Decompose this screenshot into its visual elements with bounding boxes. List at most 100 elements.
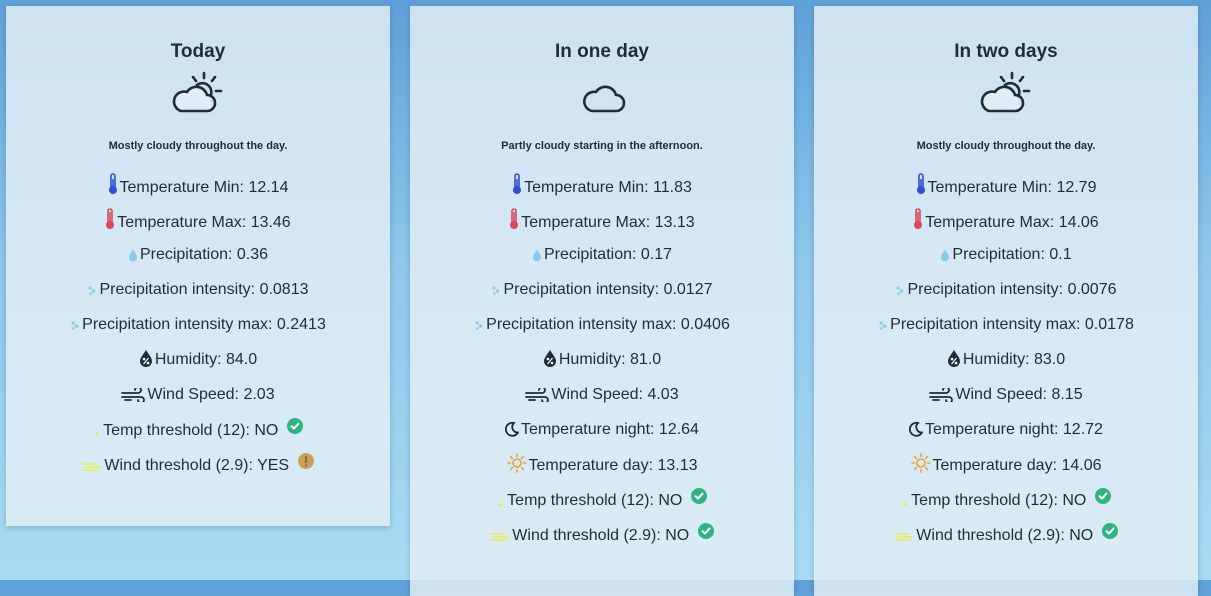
precip-intensity-text: Precipitation intensity: 0.0076 (907, 281, 1117, 298)
wind-speed-text: Wind Speed: 2.03 (147, 386, 275, 403)
cloud-icon (583, 85, 626, 113)
threshold-icon (903, 501, 908, 506)
humidity-text: Humidity: 84.0 (154, 351, 258, 368)
temp-max-text: Temperature Max: 13.46 (117, 214, 291, 231)
partly-cloudy-day-icon (172, 71, 223, 113)
drizzle-icon (879, 321, 887, 330)
temp-max-row: Temperature Max: 14.06 (814, 208, 1198, 243)
wind-icon (525, 388, 550, 402)
card-title: In one day (555, 41, 649, 62)
check-circle-icon (1101, 523, 1118, 539)
precipitation-text: Precipitation: 0.17 (543, 246, 673, 263)
forecast-card-in-one-day: In one day Partly cloudy starting in the… (410, 6, 794, 596)
temp-threshold-row: Temp threshold (12): NO (814, 488, 1198, 523)
temp-day-text: Temperature day: 13.13 (528, 457, 698, 474)
forecast-summary: Mostly cloudy throughout the day. (916, 140, 1096, 152)
check-circle-icon (286, 418, 303, 434)
wind-speed-row: Wind Speed: 8.15 (814, 383, 1198, 418)
thermometer-hot-icon (914, 208, 923, 229)
precip-intensity-text: Precipitation intensity: 0.0813 (99, 281, 309, 298)
precipitation-row: Precipitation: 0.17 (410, 243, 794, 278)
precip-intensity-row: Precipitation intensity: 0.0127 (410, 278, 794, 313)
card-title: Today (170, 41, 226, 62)
precipitation-row: Precipitation: 0.1 (814, 243, 1198, 278)
wind-threshold-row: Wind threshold (2.9): NO (410, 523, 794, 558)
wind-speed-text: Wind Speed: 8.15 (955, 386, 1083, 403)
drizzle-icon (475, 321, 483, 330)
raindrop-icon (941, 249, 950, 262)
temp-night-row: Temperature night: 12.72 (814, 418, 1198, 453)
humidity-icon (139, 350, 152, 367)
thermometer-cold-icon (916, 173, 925, 194)
humidity-row: Humidity: 83.0 (814, 348, 1198, 383)
check-circle-icon (1094, 488, 1111, 504)
temp-max-text: Temperature Max: 14.06 (925, 214, 1099, 231)
thermometer-hot-icon (510, 208, 519, 229)
temp-day-text: Temperature day: 14.06 (932, 457, 1102, 474)
temp-day-row: Temperature day: 13.13 (410, 453, 794, 488)
precip-intensity-row: Precipitation intensity: 0.0076 (814, 278, 1198, 313)
temp-max-row: Temperature Max: 13.13 (410, 208, 794, 243)
moon-icon (505, 421, 520, 437)
wind-icon (121, 388, 146, 402)
precip-intensity-max-text: Precipitation intensity max: 0.0178 (890, 316, 1134, 333)
temp-max-row: Temperature Max: 13.46 (6, 208, 390, 243)
temp-min-row: Temperature Min: 11.83 (410, 173, 794, 208)
forecast-summary: Partly cloudy starting in the afternoon. (501, 140, 703, 152)
precipitation-text: Precipitation: 0.1 (952, 246, 1072, 263)
moon-icon (909, 421, 924, 437)
wind-threshold-text: Wind threshold (2.9): NO (916, 527, 1094, 544)
humidity-text: Humidity: 83.0 (962, 351, 1066, 368)
wind-icon (929, 388, 954, 402)
threshold-icon (95, 431, 100, 436)
drizzle-icon (88, 286, 96, 295)
temp-night-text: Temperature night: 12.72 (925, 421, 1103, 438)
precip-intensity-text: Precipitation intensity: 0.0127 (503, 281, 713, 298)
temp-threshold-row: Temp threshold (12): NO (6, 418, 390, 453)
precip-intensity-max-row: Precipitation intensity max: 0.0178 (814, 313, 1198, 348)
forecast-card-today: Today Mostly cloudy throughout the day. … (6, 6, 390, 526)
temp-max-text: Temperature Max: 13.13 (521, 214, 695, 231)
wind-speed-row: Wind Speed: 2.03 (6, 383, 390, 418)
temp-day-row: Temperature day: 14.06 (814, 453, 1198, 488)
thermometer-hot-icon (106, 208, 115, 229)
temp-min-text: Temperature Min: 11.83 (524, 179, 692, 196)
wind-threshold-text: Wind threshold (2.9): YES (104, 457, 290, 474)
wind-speed-row: Wind Speed: 4.03 (410, 383, 794, 418)
temp-min-row: Temperature Min: 12.14 (6, 173, 390, 208)
temp-min-row: Temperature Min: 12.79 (814, 173, 1198, 208)
raindrop-icon (532, 249, 541, 262)
thermometer-cold-icon (108, 173, 117, 194)
raindrop-icon (128, 249, 137, 262)
wind-threshold-icon (894, 533, 915, 541)
precip-intensity-max-row: Precipitation intensity max: 0.2413 (6, 313, 390, 348)
temp-threshold-text: Temp threshold (12): NO (911, 492, 1087, 509)
precip-intensity-max-row: Precipitation intensity max: 0.0406 (410, 313, 794, 348)
check-circle-icon (690, 488, 707, 504)
humidity-row: Humidity: 81.0 (410, 348, 794, 383)
drizzle-icon (896, 286, 904, 295)
sun-icon (910, 453, 931, 473)
wind-threshold-row: Wind threshold (2.9): NO (814, 523, 1198, 558)
forecast-card-in-two-days: In two days Mostly cloudy throughout the… (814, 6, 1198, 596)
wind-speed-text: Wind Speed: 4.03 (551, 386, 679, 403)
temp-threshold-text: Temp threshold (12): NO (507, 492, 683, 509)
precip-intensity-row: Precipitation intensity: 0.0813 (6, 278, 390, 313)
check-circle-icon (697, 523, 714, 539)
sun-icon (506, 453, 527, 473)
thermometer-cold-icon (513, 173, 522, 194)
card-title: In two days (954, 41, 1058, 62)
wind-threshold-icon (82, 463, 103, 471)
humidity-icon (543, 350, 556, 367)
forecast-summary: Mostly cloudy throughout the day. (108, 140, 288, 152)
humidity-icon (947, 350, 960, 367)
precip-intensity-max-text: Precipitation intensity max: 0.2413 (82, 316, 326, 333)
humidity-text: Humidity: 81.0 (558, 351, 662, 368)
precipitation-row: Precipitation: 0.36 (6, 243, 390, 278)
humidity-row: Humidity: 84.0 (6, 348, 390, 383)
wind-threshold-text: Wind threshold (2.9): NO (512, 527, 690, 544)
temp-threshold-text: Temp threshold (12): NO (103, 422, 279, 439)
precipitation-text: Precipitation: 0.36 (139, 246, 269, 263)
threshold-icon (499, 501, 504, 506)
drizzle-icon (492, 286, 500, 295)
